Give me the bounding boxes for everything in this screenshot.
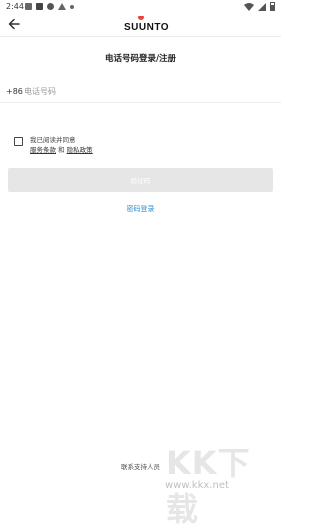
agreement-checkbox[interactable]	[14, 137, 23, 146]
password-login-link[interactable]: 密码登录	[0, 204, 281, 214]
app-notification-icon-2	[47, 3, 54, 10]
battery-icon	[270, 2, 275, 11]
contact-support-link[interactable]: 联系支持人员	[121, 461, 160, 471]
and-text: 和	[58, 146, 65, 154]
phone-number-input[interactable]	[24, 82, 264, 100]
image-notification-icon	[25, 3, 32, 10]
country-code[interactable]: +86	[6, 87, 23, 96]
terms-of-service-link[interactable]: 服务条款	[30, 146, 56, 154]
brand-logo: SUUNTO	[124, 22, 170, 33]
phone-input-underline	[0, 102, 281, 103]
signal-icon	[258, 2, 266, 11]
back-arrow-icon[interactable]	[7, 17, 21, 31]
system-icons	[244, 2, 275, 11]
logo-mark-icon	[138, 16, 144, 20]
agreement-text: 我已阅读并同意	[30, 136, 76, 144]
wifi-icon	[244, 2, 254, 11]
header-divider	[0, 36, 281, 37]
privacy-policy-link[interactable]: 隐私政策	[67, 146, 93, 154]
page-title: 电话号码登录/注册	[104, 54, 177, 64]
status-bar: 2:44	[0, 0, 281, 14]
watermark-url: www.kkx.net	[165, 480, 229, 491]
status-time: 2:44	[6, 2, 24, 11]
get-verification-code-button[interactable]: 验证码	[8, 168, 273, 192]
agreement-links: 服务条款 和 隐私政策	[30, 144, 93, 154]
dot-icon	[70, 4, 74, 9]
warning-icon	[58, 3, 66, 10]
notification-icons	[25, 3, 74, 10]
app-notification-icon	[36, 3, 43, 10]
